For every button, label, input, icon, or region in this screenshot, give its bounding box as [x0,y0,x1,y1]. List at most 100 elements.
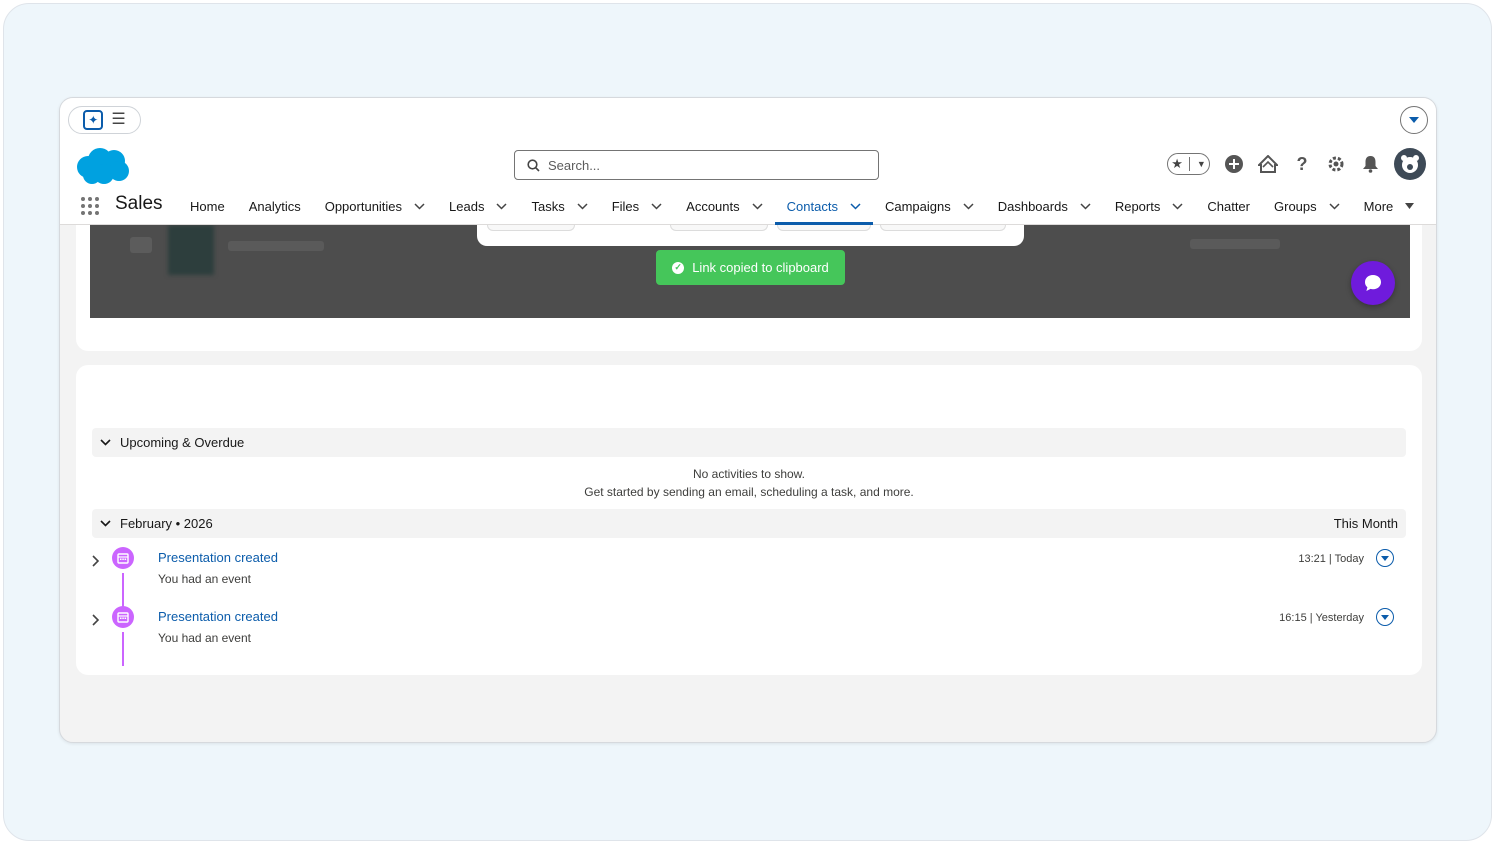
chevron-down-icon [1409,116,1419,123]
add-icon[interactable] [1224,154,1244,174]
chevron-down-icon[interactable] [1172,202,1183,210]
activity-card: Upcoming & Overdue No activities to show… [76,365,1422,675]
nav-item-label: Campaigns [884,198,951,214]
chevron-down-icon[interactable] [577,202,588,210]
nav-item-campaigns[interactable]: Campaigns [873,187,986,225]
event-actions-dropdown[interactable] [1376,549,1394,567]
timeline-item: Presentation created You had an event 16… [76,606,1422,666]
favorites-button[interactable]: ★ ▼ [1167,153,1210,175]
event-actions-dropdown[interactable] [1376,608,1394,626]
event-subtitle: You had an event [158,572,251,586]
nav-item-label: Reports [1114,198,1161,214]
nav-item-tasks[interactable]: Tasks [519,187,599,225]
nav-item-label: Contacts [786,198,838,214]
caret-down-icon[interactable] [1405,203,1415,209]
avatar[interactable] [1394,148,1426,180]
app-launcher-icon[interactable] [80,196,100,216]
notifications-bell-icon[interactable] [1360,154,1380,174]
success-toast: ✓ Link copied to clipboard [656,250,845,285]
upcoming-section-header[interactable]: Upcoming & Overdue [92,428,1406,457]
chevron-down-icon[interactable] [414,202,425,210]
chat-button[interactable] [1351,261,1395,305]
caret-down-icon [1381,555,1389,561]
nav-item-label: Leads [449,198,485,214]
nav-item-more[interactable]: More [1352,187,1427,225]
section-right-label: This Month [1333,516,1398,531]
chevron-down-icon[interactable] [1080,202,1091,210]
chevron-down-icon[interactable] [1329,202,1340,210]
browser-window: ✦ ☰ Search... ★ ▼ ? Sales Home Analytics… [59,97,1437,743]
popover-tab[interactable] [670,225,768,231]
event-calendar-icon [112,606,134,628]
popover-tab[interactable] [777,225,871,231]
chevron-right-icon[interactable] [92,555,100,567]
nav-item-label: Tasks [531,198,565,214]
sparkle-icon[interactable]: ✦ [83,110,104,130]
nav-item-contacts[interactable]: Contacts [774,187,874,225]
navigation-bar: Sales Home Analytics Opportunities Leads… [60,187,1436,225]
popover-tab[interactable] [487,225,575,231]
event-calendar-icon [112,547,134,569]
nav-item-label: Accounts [686,198,740,214]
caret-down-icon [1381,614,1389,620]
empty-state-line: Get started by sending an email, schedul… [584,485,914,499]
event-subtitle: You had an event [158,631,251,645]
chevron-right-icon[interactable] [92,614,100,626]
event-timestamp: 16:15 | Yesterday [1279,612,1364,624]
chevron-down-icon[interactable] [850,202,861,210]
nav-item-home[interactable]: Home [178,187,237,225]
event-title-link[interactable]: Presentation created [158,609,278,624]
trailhead-icon[interactable] [1258,154,1278,174]
nav-item-leads[interactable]: Leads [437,187,519,225]
nav-item-reports[interactable]: Reports [1103,187,1196,225]
timeline-connector [122,573,124,607]
nav-item-files[interactable]: Files [600,187,674,225]
timeline-item: Presentation created You had an event 13… [76,547,1422,607]
nav-item-accounts[interactable]: Accounts [674,187,774,225]
chevron-down-icon[interactable] [496,202,507,210]
blurred-checkbox [130,237,152,253]
salesforce-logo[interactable] [74,147,130,185]
help-icon[interactable]: ? [1292,154,1312,174]
nav-item-analytics[interactable]: Analytics [237,187,313,225]
share-popover [477,225,1024,246]
nav-item-chatter[interactable]: Chatter [1195,187,1262,225]
search-icon [527,158,540,172]
nav-item-dashboards[interactable]: Dashboards [986,187,1103,225]
nav-item-label: Chatter [1207,198,1250,214]
caret-down-icon[interactable]: ▼ [1197,159,1206,169]
star-icon: ★ [1171,156,1183,171]
blurred-text [1190,239,1280,249]
top-dropdown-button[interactable] [1400,106,1428,134]
nav-item-label: More [1363,198,1394,214]
blurred-thumbnail [168,225,214,275]
event-title-link[interactable]: Presentation created [158,550,278,565]
chevron-down-icon[interactable] [100,439,111,446]
nav-item-opportunities[interactable]: Opportunities [313,187,437,225]
chevron-down-icon[interactable] [100,520,111,527]
favorites-divider [1189,157,1191,171]
nav-item-label: Opportunities [324,198,403,214]
settings-gear-icon[interactable] [1326,154,1346,174]
chevron-down-icon[interactable] [651,202,662,210]
app-switcher-pill[interactable]: ✦ ☰ [68,106,141,134]
section-title: February • 2026 [120,516,213,531]
nav-item-label: Home [190,198,225,214]
chat-bubble-icon [1365,275,1381,291]
chevron-down-icon[interactable] [963,202,974,210]
nav-item-label: Analytics [248,198,301,214]
nav-item-groups[interactable]: Groups [1262,187,1352,225]
global-header: Search... ★ ▼ ? Sales Home Analytics Opp… [60,142,1436,225]
month-section-header[interactable]: February • 2026 This Month [92,509,1406,538]
timeline-connector [122,632,124,666]
global-search-input[interactable]: Search... [514,150,879,180]
top-bar: ✦ ☰ [60,98,1436,142]
blurred-text [228,241,324,251]
hamburger-icon[interactable]: ☰ [111,112,125,128]
nav-item-label: Files [611,198,640,214]
popover-tab[interactable] [880,225,1006,231]
chevron-down-icon[interactable] [752,202,763,210]
nav-item-label: Dashboards [997,198,1068,214]
section-title: Upcoming & Overdue [120,435,245,450]
toast-message: Link copied to clipboard [692,260,829,275]
